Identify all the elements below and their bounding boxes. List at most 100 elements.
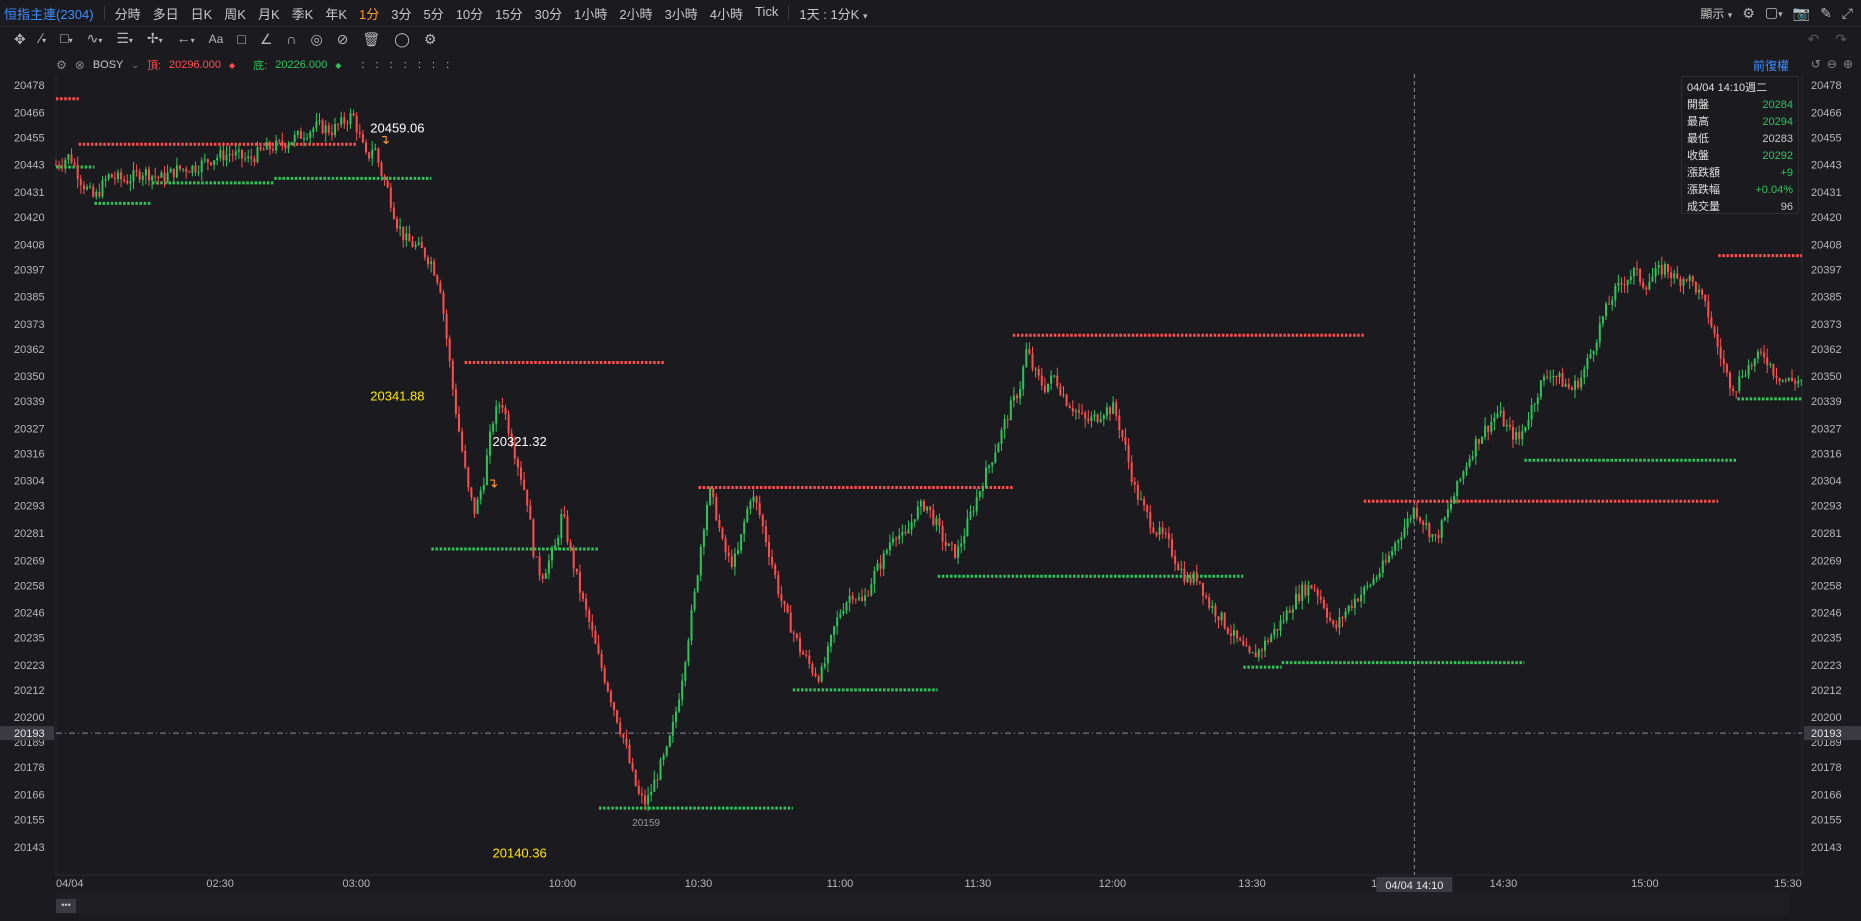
candle-body	[1366, 585, 1369, 588]
candle-body	[864, 595, 867, 601]
candle-body	[811, 663, 814, 674]
y-tick-label-right: 20293	[1811, 501, 1842, 513]
candle-body	[1580, 377, 1583, 388]
candle-body	[541, 575, 544, 579]
candle-body	[1344, 611, 1347, 619]
candle-body	[910, 522, 913, 530]
candle-body	[144, 169, 147, 176]
price-annotation: 20159	[632, 818, 660, 829]
candle-body	[179, 165, 181, 170]
y-tick-label-left: 20420	[14, 212, 45, 224]
candle-body	[644, 795, 646, 805]
candle-body	[1105, 407, 1108, 416]
candle-body	[1202, 583, 1204, 596]
candle-body	[225, 154, 228, 161]
candle-body	[647, 795, 650, 805]
candle-body	[823, 663, 826, 667]
candle-body	[1381, 560, 1384, 573]
arrow-marker-icon: ↴	[379, 133, 390, 148]
candle-body	[1310, 585, 1313, 589]
y-tick-label-right: 20466	[1811, 107, 1842, 119]
candle-body	[312, 128, 315, 133]
candle-body	[1772, 364, 1775, 376]
candle-body	[684, 662, 687, 681]
candle-body	[1797, 380, 1800, 384]
candle-body	[231, 154, 234, 156]
y-tick-label-left: 20443	[14, 160, 45, 172]
candle-body	[746, 508, 749, 522]
candle-body	[1074, 410, 1077, 412]
candle-body	[1149, 512, 1152, 528]
candle-body	[1698, 289, 1700, 293]
candle-body	[262, 149, 265, 151]
y-tick-label-right: 20200	[1811, 712, 1842, 724]
candle-body	[423, 248, 426, 258]
candle-body	[1282, 620, 1285, 622]
candle-body	[876, 563, 879, 571]
candle-body	[303, 138, 305, 140]
y-tick-label-left: 20385	[14, 292, 45, 304]
candle-body	[941, 525, 944, 542]
y-tick-label-right: 20455	[1811, 132, 1842, 144]
candle-body	[1518, 432, 1521, 440]
candle-body	[1707, 301, 1710, 318]
candle-body	[1025, 349, 1028, 367]
candle-body	[1384, 560, 1387, 563]
candle-body	[1394, 543, 1397, 552]
candle-body	[699, 546, 702, 576]
candle-body	[640, 793, 643, 796]
candle-body	[268, 142, 271, 150]
navigator-handle[interactable]: •••	[56, 899, 76, 913]
candle-body	[1183, 568, 1186, 583]
candle-body	[1192, 572, 1195, 583]
candle-body	[1223, 612, 1226, 629]
candle-body	[904, 531, 907, 534]
candle-body	[498, 405, 501, 407]
candle-body	[458, 414, 460, 432]
candle-body	[327, 125, 330, 133]
info-value: 20292	[1762, 150, 1793, 162]
candle-body	[882, 553, 885, 569]
candle-body	[1645, 287, 1648, 290]
candle-body	[653, 779, 656, 792]
candle-body	[1704, 294, 1707, 302]
candle-body	[1505, 424, 1508, 427]
candlestick-chart[interactable]: 20478 20478 20466 20466 20455 20455 20443 20443…	[0, 0, 1861, 921]
candle-body	[337, 124, 340, 126]
info-value: +9	[1780, 167, 1793, 179]
y-tick-label-right: 20178	[1811, 762, 1842, 774]
candle-body	[1558, 373, 1561, 377]
time-navigator[interactable]	[56, 892, 1790, 914]
candle-body	[411, 241, 414, 248]
candle-body	[671, 722, 674, 736]
y-tick-label-left: 20155	[14, 815, 45, 827]
candle-body	[944, 541, 947, 547]
candle-body	[1186, 577, 1189, 583]
candle-body	[495, 406, 498, 424]
candle-body	[1409, 518, 1412, 520]
candle-body	[1006, 419, 1009, 421]
candle-body	[1335, 624, 1338, 628]
y-tick-label-left: 20166	[14, 790, 45, 802]
candle-body	[290, 142, 293, 145]
candle-body	[1670, 272, 1673, 279]
candle-body	[157, 176, 160, 178]
candle-body	[1471, 456, 1474, 459]
candle-body	[563, 514, 566, 517]
candle-body	[200, 160, 203, 173]
y-tick-label-left: 20327	[14, 423, 45, 435]
candle-body	[758, 502, 761, 516]
candle-body	[771, 556, 774, 565]
candle-body	[374, 148, 377, 150]
candle-body	[355, 115, 358, 133]
info-rows: 開盤 20284 最高 20294 最低 20283 收盤 20292 漲跌額 +9 漲跌幅 +0.0…	[1687, 97, 1793, 216]
candle-body	[110, 174, 113, 178]
candle-body	[501, 405, 504, 408]
candle-body	[1291, 608, 1294, 613]
candle-body	[901, 531, 904, 536]
candle-body	[420, 242, 423, 249]
candle-body	[839, 613, 842, 618]
candle-body	[433, 261, 436, 276]
candle-body	[724, 538, 727, 553]
candle-body	[557, 537, 560, 545]
